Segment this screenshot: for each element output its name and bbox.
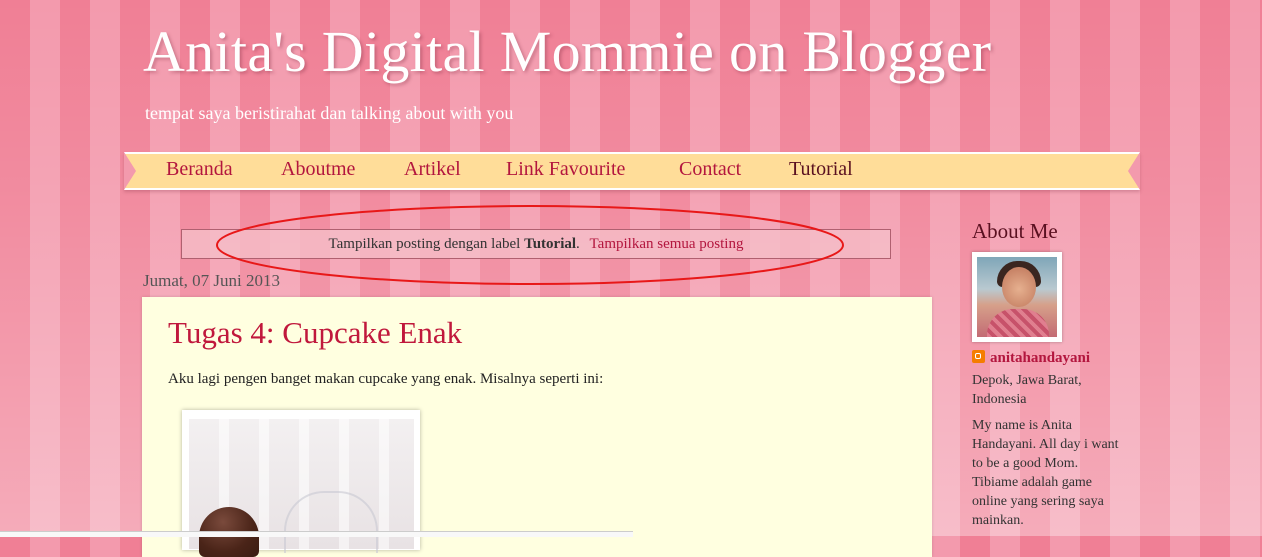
- bottom-bar: [0, 531, 633, 537]
- profile-name-link[interactable]: anitahandayani: [972, 350, 1090, 367]
- profile-name[interactable]: anitahandayani: [990, 350, 1090, 366]
- nav-item-contact[interactable]: Contact: [679, 158, 741, 181]
- nav-bar: Beranda Aboutme Artikel Link Favourite C…: [124, 152, 1140, 190]
- status-period: .: [576, 236, 580, 252]
- post-body-text: Aku lagi pengen banget makan cupcake yan…: [168, 371, 604, 387]
- profile-about-text: My name is Anita Handayani. All day i wa…: [972, 418, 1119, 528]
- nav-item-beranda[interactable]: Beranda: [166, 158, 233, 181]
- post-date: Jumat, 07 Juni 2013: [143, 271, 280, 290]
- blog-title[interactable]: Anita's Digital Mommie on Blogger: [143, 18, 991, 85]
- glass-shape: [284, 491, 378, 553]
- post-card: Tugas 4: Cupcake Enak Aku lagi pengen ba…: [142, 297, 932, 557]
- nav-item-tutorial[interactable]: Tutorial: [789, 158, 853, 181]
- status-prefix: Tampilkan posting dengan label: [328, 236, 521, 252]
- blogger-icon: [972, 350, 985, 363]
- nav-item-link-favourite[interactable]: Link Favourite: [506, 158, 625, 181]
- show-all-posts-link[interactable]: Tampilkan semua posting: [590, 236, 744, 252]
- post-title[interactable]: Tugas 4: Cupcake Enak: [168, 315, 462, 351]
- profile-photo[interactable]: [972, 252, 1062, 342]
- status-label: Tutorial: [524, 236, 577, 252]
- cupcake-photo: [189, 419, 414, 557]
- about-me-heading: About Me: [972, 219, 1058, 243]
- nav-item-artikel[interactable]: Artikel: [404, 158, 461, 181]
- profile-location: Depok, Jawa Barat, Indonesia: [972, 373, 1082, 407]
- cupcake-image[interactable]: [182, 410, 420, 557]
- blog-description: tempat saya beristirahat dan talking abo…: [145, 103, 514, 123]
- label-filter-status: Tampilkan posting dengan label Tutorial.…: [181, 229, 891, 259]
- nav-item-aboutme[interactable]: Aboutme: [281, 158, 355, 181]
